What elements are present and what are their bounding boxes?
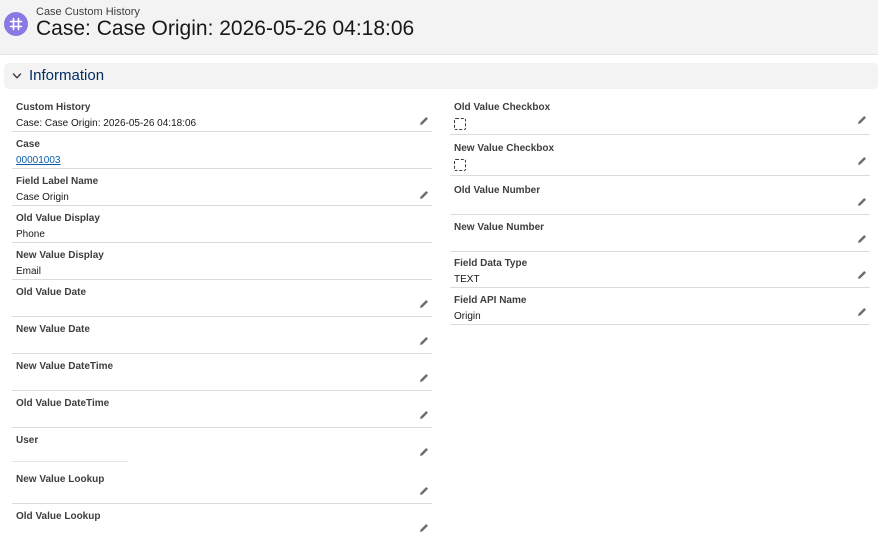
chevron-down-icon <box>12 73 22 79</box>
field-label: New Value Checkbox <box>454 143 555 154</box>
field-field-api-name: Field API Name Origin <box>450 290 870 325</box>
field-new-value-checkbox: New Value Checkbox <box>450 138 870 176</box>
old-value-checkbox <box>454 118 466 130</box>
field-value: Phone <box>16 229 45 240</box>
field-value: Origin <box>454 311 481 322</box>
field-label: New Value Number <box>454 222 545 233</box>
pencil-icon[interactable] <box>418 298 430 310</box>
field-label: Case <box>16 139 40 150</box>
user-lookup-input[interactable] <box>12 447 128 462</box>
field-field-data-type: Field Data Type TEXT <box>450 253 870 288</box>
pencil-icon[interactable] <box>856 114 868 126</box>
field-value: Case Origin <box>16 192 69 203</box>
field-custom-history: Custom History Case: Case Origin: 2026-0… <box>12 97 432 132</box>
pencil-icon[interactable] <box>418 522 430 534</box>
pencil-icon[interactable] <box>856 233 868 245</box>
field-label: Old Value Checkbox <box>454 102 551 113</box>
field-user: User <box>12 430 432 464</box>
field-new-value-lookup: New Value Lookup <box>12 469 432 504</box>
field-label: Old Value Display <box>16 213 100 224</box>
field-label: Field API Name <box>454 295 527 306</box>
pencil-icon[interactable] <box>418 115 430 127</box>
case-link[interactable]: 00001003 <box>16 155 61 166</box>
field-new-value-date: New Value Date <box>12 319 432 354</box>
section-title: Information <box>29 67 105 84</box>
field-new-value-display: New Value Display Email <box>12 245 432 280</box>
field-label: Old Value Lookup <box>16 511 101 522</box>
field-old-value-lookup: Old Value Lookup <box>12 506 432 536</box>
pencil-icon[interactable] <box>418 409 430 421</box>
field-label: New Value Display <box>16 250 104 261</box>
pencil-icon[interactable] <box>418 446 430 458</box>
record-header: Case Custom History Case: Case Origin: 2… <box>0 0 878 55</box>
field-field-label-name: Field Label Name Case Origin <box>12 171 432 206</box>
pencil-icon[interactable] <box>418 189 430 201</box>
field-label: Old Value Number <box>454 185 541 196</box>
field-label: Custom History <box>16 102 91 113</box>
new-value-checkbox <box>454 159 466 171</box>
information-section-header[interactable]: Information <box>4 63 878 89</box>
record-title: Case: Case Origin: 2026-05-26 04:18:06 <box>36 17 415 40</box>
field-new-value-number: New Value Number <box>450 217 870 252</box>
field-old-value-datetime: Old Value DateTime <box>12 393 432 428</box>
field-label: New Value Date <box>16 324 90 335</box>
field-old-value-display: Old Value Display Phone <box>12 208 432 243</box>
pencil-icon[interactable] <box>418 485 430 497</box>
field-value: TEXT <box>454 274 480 285</box>
field-old-value-number: Old Value Number <box>450 180 870 215</box>
field-label: Old Value DateTime <box>16 398 110 409</box>
field-value: Email <box>16 266 42 277</box>
field-label: User <box>16 435 39 446</box>
field-old-value-checkbox: Old Value Checkbox <box>450 97 870 135</box>
field-label: Old Value Date <box>16 287 87 298</box>
pencil-icon[interactable] <box>418 335 430 347</box>
field-case: Case 00001003 <box>12 134 432 169</box>
custom-history-icon <box>4 12 28 36</box>
field-label: Field Label Name <box>16 176 99 187</box>
pencil-icon[interactable] <box>418 372 430 384</box>
field-label: New Value Lookup <box>16 474 105 485</box>
pencil-icon[interactable] <box>856 155 868 167</box>
field-label: New Value DateTime <box>16 361 114 372</box>
field-value: Case: Case Origin: 2026-05-26 04:18:06 <box>16 118 197 129</box>
field-new-value-datetime: New Value DateTime <box>12 356 432 391</box>
pencil-icon[interactable] <box>856 306 868 318</box>
pencil-icon[interactable] <box>856 196 868 208</box>
field-old-value-date: Old Value Date <box>12 282 432 317</box>
pencil-icon[interactable] <box>856 269 868 281</box>
field-label: Field Data Type <box>454 258 528 269</box>
